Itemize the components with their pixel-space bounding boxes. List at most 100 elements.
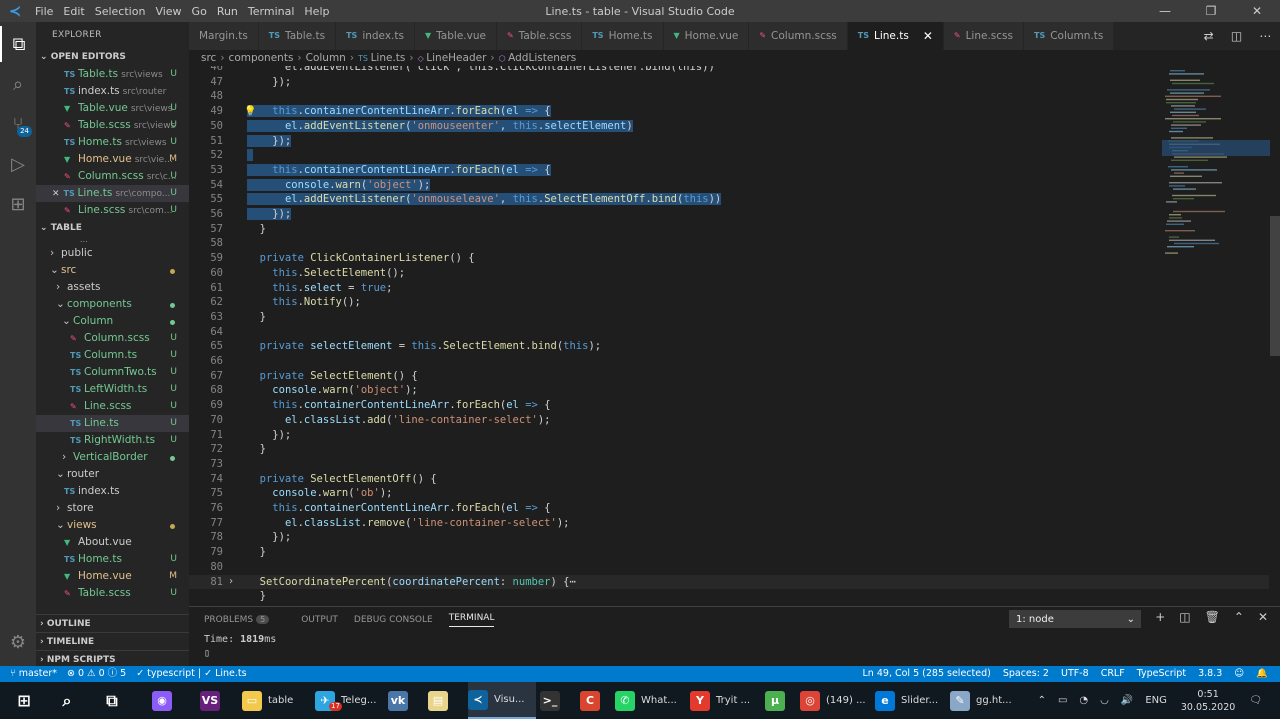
vertical-scrollbar[interactable]	[1270, 216, 1280, 356]
panel-tab-debug-console[interactable]: DEBUG CONSOLE	[354, 615, 433, 625]
network-icon[interactable]: ◔	[1079, 695, 1088, 706]
code-line[interactable]: 48	[189, 89, 1269, 104]
code-line[interactable]: 75 console.warn('ob');	[189, 486, 1269, 501]
activity-run-debug[interactable]: ▷	[0, 146, 36, 182]
taskbar-yandex[interactable]: Y Tryit ...	[690, 682, 758, 719]
tree-file[interactable]: TS Column.ts U	[36, 347, 189, 364]
open-editor-item[interactable]: ▼ Home.vue src\vie... M	[36, 151, 189, 168]
activity-source-control[interactable]: ⑂ 24	[0, 106, 36, 142]
problems-summary[interactable]: ⊗ 0 ⚠ 0 ⓘ 5	[67, 666, 126, 682]
battery-icon[interactable]: ▭	[1058, 695, 1067, 706]
taskbar-chrome[interactable]: ◎ (149) ...	[800, 682, 868, 719]
indentation[interactable]: Spaces: 2	[1003, 666, 1049, 682]
breadcrumb-item[interactable]: components	[229, 52, 294, 64]
section-npm-scripts[interactable]: › NPM SCRIPTS	[36, 650, 189, 666]
breadcrumb-item[interactable]: Column	[306, 52, 346, 64]
open-editor-item[interactable]: ✎ Line.scss src\com... U	[36, 202, 189, 219]
taskbar-utorrent[interactable]: µ	[765, 682, 785, 719]
code-editor[interactable]: 46 el.addEventListener('click', this.Cli…	[189, 66, 1280, 606]
code-line[interactable]: 80	[189, 560, 1269, 575]
split-terminal-icon[interactable]: ◫	[1179, 610, 1190, 624]
tree-file[interactable]: ✎ Table.scss U	[36, 585, 189, 602]
tree-file[interactable]: ▼ About.vue	[36, 534, 189, 551]
open-editor-item[interactable]: ▼ Table.vue src\views U	[36, 100, 189, 117]
code-line[interactable]: 57 }	[189, 222, 1269, 237]
breadcrumb-item[interactable]: src	[201, 52, 216, 64]
notifications-icon[interactable]: 🗨	[1249, 695, 1262, 706]
code-line[interactable]: 54 console.warn('object');	[189, 178, 1269, 193]
code-line[interactable]: 61 this.select = true;	[189, 281, 1269, 296]
wifi-icon[interactable]: ◡	[1100, 695, 1109, 706]
typescript-status[interactable]: ✓ typescript | ✓ Line.ts	[136, 666, 246, 682]
tree-folder[interactable]: ⌄ views	[36, 517, 189, 534]
taskbar-file-explorer[interactable]: ▭ table	[242, 682, 310, 719]
code-line[interactable]: 56 });	[189, 207, 1269, 222]
tab-column-ts[interactable]: TS Column.ts	[1023, 22, 1115, 50]
panel-tab-problems[interactable]: PROBLEMS 5	[204, 615, 285, 625]
tab-table-vue[interactable]: ▼ Table.vue	[414, 22, 497, 50]
code-line[interactable]: 77 el.classList.remove('line-container-s…	[189, 516, 1269, 531]
breadcrumb-item[interactable]: LineHeader	[426, 52, 486, 64]
code-line[interactable]: 65 private selectElement = this.SelectEl…	[189, 339, 1269, 354]
breadcrumb-item[interactable]: Line.ts	[371, 52, 406, 64]
cursor-position[interactable]: Ln 49, Col 5 (285 selected)	[863, 666, 991, 682]
open-editor-item[interactable]: ✕ TS Line.ts src\compo... U	[36, 185, 189, 202]
code-line[interactable]: 71 });	[189, 428, 1269, 443]
taskbar-ccleaner[interactable]: C	[580, 682, 600, 719]
code-line[interactable]: 76 this.containerContentLineArr.forEach(…	[189, 501, 1269, 516]
taskbar-terminal[interactable]: >_	[540, 682, 560, 719]
breadcrumb-item[interactable]: AddListeners	[508, 52, 576, 64]
more-actions-icon[interactable]: ⋯	[1259, 29, 1271, 43]
tab-margin-ts[interactable]: Margin.ts	[189, 22, 259, 50]
close-icon[interactable]: ✕	[923, 22, 933, 50]
terminal-output[interactable]: Time: 1819ms ▯	[189, 633, 1280, 661]
terminal-cursor[interactable]: ▯	[204, 647, 1280, 661]
tab-home-vue[interactable]: ▼ Home.vue	[663, 22, 750, 50]
code-line[interactable]: 60 this.SelectElement();	[189, 266, 1269, 281]
tree-file[interactable]: TS Home.ts U	[36, 551, 189, 568]
taskbar-edge[interactable]: e Slider...	[875, 682, 943, 719]
menu-item-selection[interactable]: Selection	[90, 5, 151, 18]
open-editor-item[interactable]: TS Home.ts src\views U	[36, 134, 189, 151]
split-compare-icon[interactable]: ⇄	[1204, 29, 1214, 43]
tab-line-ts[interactable]: TS Line.ts ✕	[847, 22, 944, 50]
code-line[interactable]: 50 el.addEventListener('onmouseenter', t…	[189, 119, 1269, 134]
show-hidden-icon[interactable]: ⌃	[1038, 695, 1046, 706]
encoding[interactable]: UTF-8	[1061, 666, 1089, 682]
lightbulb-icon[interactable]: 💡	[244, 106, 256, 117]
terminal-select[interactable]: 1: node ⌄	[1009, 610, 1141, 628]
ts-version[interactable]: 3.8.3	[1198, 666, 1222, 682]
open-editor-item[interactable]: TS index.ts src\router	[36, 83, 189, 100]
menu-item-go[interactable]: Go	[187, 5, 212, 18]
tab-table-ts[interactable]: TS Table.ts	[258, 22, 337, 50]
tree-file[interactable]: TS ColumnTwo.ts U	[36, 364, 189, 381]
open-editor-item[interactable]: TS Table.ts src\views U	[36, 66, 189, 83]
code-line[interactable]: 66	[189, 354, 1269, 369]
open-editor-item[interactable]: ✎ Table.scss src\views U	[36, 117, 189, 134]
language-mode[interactable]: TypeScript	[1137, 666, 1186, 682]
code-line[interactable]: }	[189, 589, 1269, 604]
code-line[interactable]: 79 }	[189, 545, 1269, 560]
panel-tab-output[interactable]: OUTPUT	[301, 615, 338, 625]
code-line[interactable]: 49 this.containerContentLineArr.forEach(…	[189, 104, 1269, 119]
tree-file[interactable]: TS RightWidth.ts U	[36, 432, 189, 449]
bell-icon[interactable]: 🔔	[1256, 666, 1268, 682]
code-line[interactable]: 72 }	[189, 442, 1269, 457]
open-editors-header[interactable]: ⌄ OPEN EDITORS	[36, 48, 189, 66]
tab-table-scss[interactable]: ✎ Table.scss	[496, 22, 583, 50]
tree-file[interactable]: TS Line.ts U	[36, 415, 189, 432]
taskbar-visual-studio[interactable]: VS	[200, 682, 220, 719]
language-indicator[interactable]: ENG	[1145, 695, 1167, 706]
git-branch[interactable]: ⑂ master*	[0, 666, 57, 682]
close-panel-icon[interactable]: ✕	[1258, 610, 1268, 624]
project-header[interactable]: ⌄ TABLE	[36, 219, 189, 237]
taskbar-start[interactable]: ⊞	[12, 682, 36, 719]
tab-line-scss[interactable]: ✎ Line.scss	[943, 22, 1024, 50]
activity-explorer[interactable]: ⧉	[0, 26, 36, 62]
menu-item-view[interactable]: View	[150, 5, 186, 18]
trash-icon[interactable]: 🗑	[1205, 610, 1220, 624]
tree-file[interactable]: ▼ Home.vue M	[36, 568, 189, 585]
menu-item-terminal[interactable]: Terminal	[243, 5, 300, 18]
code-line[interactable]: 69 this.containerContentLineArr.forEach(…	[189, 398, 1269, 413]
code-line[interactable]: 81 › SetCoordinatePercent(coordinatePerce…	[189, 574, 1269, 590]
